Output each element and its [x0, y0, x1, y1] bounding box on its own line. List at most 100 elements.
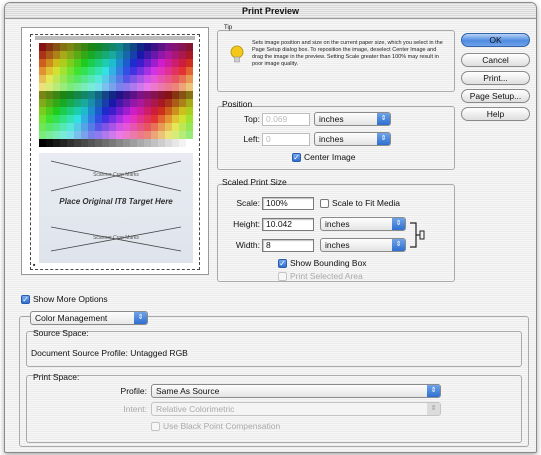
- color-patch: [67, 75, 74, 83]
- popup-arrows-icon: ⇕: [377, 133, 390, 145]
- color-patch: [81, 107, 88, 115]
- color-patch: [158, 83, 165, 91]
- color-patch: [172, 51, 179, 59]
- color-patch: [88, 123, 95, 131]
- color-patch: [102, 83, 109, 91]
- color-patch: [151, 139, 158, 147]
- color-patch: [186, 67, 193, 75]
- color-patch: [95, 123, 102, 131]
- left-input[interactable]: 0: [262, 133, 310, 146]
- color-patch: [116, 91, 123, 99]
- top-unit-select[interactable]: inches ⇕: [314, 112, 391, 126]
- intent-select[interactable]: Relative Colorimetric ⇕: [151, 402, 441, 416]
- color-patch: [95, 67, 102, 75]
- color-patch: [39, 59, 46, 67]
- color-patch: [53, 99, 60, 107]
- color-patch: [130, 115, 137, 123]
- left-label: Left:: [243, 134, 260, 144]
- show-bounding-box-label: Show Bounding Box: [290, 258, 367, 268]
- color-patch: [123, 139, 130, 147]
- color-patch: [186, 75, 193, 83]
- height-unit-select[interactable]: inches ⇕: [320, 217, 406, 231]
- color-patch: [116, 115, 123, 123]
- color-patch: [102, 131, 109, 139]
- cancel-button[interactable]: Cancel: [461, 53, 530, 67]
- print-selected-area-checkbox[interactable]: [278, 272, 287, 281]
- black-point-compensation-checkbox[interactable]: [151, 422, 160, 431]
- color-patch: [186, 91, 193, 99]
- print-preview-area[interactable]: Scanner Crop Marks Place Original IT8 Ta…: [21, 27, 209, 275]
- color-patch: [39, 91, 46, 99]
- color-patch: [53, 91, 60, 99]
- color-patch: [116, 123, 123, 131]
- color-patch: [81, 83, 88, 91]
- height-input[interactable]: 10.042: [262, 218, 314, 231]
- color-patch: [137, 139, 144, 147]
- color-patch: [102, 115, 109, 123]
- color-patch: [137, 83, 144, 91]
- color-patch: [95, 75, 102, 83]
- color-patch: [67, 43, 74, 51]
- color-patch: [109, 83, 116, 91]
- top-unit-value: inches: [319, 114, 344, 124]
- color-patch: [165, 107, 172, 115]
- ok-button[interactable]: OK: [461, 33, 530, 47]
- color-patch: [165, 67, 172, 75]
- color-patch: [144, 131, 151, 139]
- color-patch: [88, 75, 95, 83]
- print-button[interactable]: Print...: [461, 71, 530, 85]
- color-patch: [158, 123, 165, 131]
- help-button[interactable]: Help: [461, 107, 530, 121]
- color-patch: [123, 91, 130, 99]
- color-patch: [46, 123, 53, 131]
- color-patch: [158, 139, 165, 147]
- show-more-options-checkbox[interactable]: ✓: [21, 295, 30, 304]
- color-patch: [165, 91, 172, 99]
- color-patch: [144, 75, 151, 83]
- color-patch: [130, 59, 137, 67]
- color-patch: [158, 75, 165, 83]
- color-patch: [137, 99, 144, 107]
- window-title[interactable]: Print Preview: [5, 3, 536, 19]
- color-patch: [74, 139, 81, 147]
- color-patch: [109, 75, 116, 83]
- color-patch: [60, 139, 67, 147]
- color-patch: [116, 75, 123, 83]
- color-patch: [165, 59, 172, 67]
- profile-value: Same As Source: [156, 386, 220, 396]
- page-setup-button[interactable]: Page Setup...: [461, 89, 530, 103]
- width-input[interactable]: 8: [262, 239, 314, 252]
- show-bounding-box-checkbox[interactable]: ✓: [278, 259, 287, 268]
- color-patch: [151, 115, 158, 123]
- color-patch: [53, 83, 60, 91]
- color-patch: [102, 75, 109, 83]
- scale-to-fit-checkbox[interactable]: [320, 199, 329, 208]
- color-patch: [179, 99, 186, 107]
- color-patch: [46, 91, 53, 99]
- logo-mark-icon: ■: [33, 262, 36, 267]
- color-patch: [116, 51, 123, 59]
- color-patch: [137, 115, 144, 123]
- center-image-checkbox[interactable]: ✓: [292, 153, 301, 162]
- color-patch: [123, 131, 130, 139]
- color-patch: [151, 131, 158, 139]
- color-patch: [88, 91, 95, 99]
- black-point-compensation-label: Use Black Point Compensation: [163, 421, 281, 431]
- left-unit-select[interactable]: inches ⇕: [314, 132, 391, 146]
- color-patch: [109, 59, 116, 67]
- scale-input[interactable]: 100%: [262, 197, 314, 210]
- intent-label: Intent:: [123, 404, 147, 414]
- color-patch: [81, 99, 88, 107]
- color-patch: [137, 75, 144, 83]
- color-patch: [102, 123, 109, 131]
- color-patch: [123, 59, 130, 67]
- color-patch: [172, 99, 179, 107]
- color-patch: [95, 99, 102, 107]
- top-input[interactable]: 0.069: [262, 113, 310, 126]
- width-unit-select[interactable]: inches ⇕: [320, 238, 406, 252]
- color-patch: [81, 123, 88, 131]
- profile-select[interactable]: Same As Source ⇕: [151, 384, 441, 398]
- options-category-select[interactable]: Color Management ⇕: [30, 311, 148, 325]
- center-image-label: Center Image: [304, 152, 356, 162]
- color-patch: [46, 107, 53, 115]
